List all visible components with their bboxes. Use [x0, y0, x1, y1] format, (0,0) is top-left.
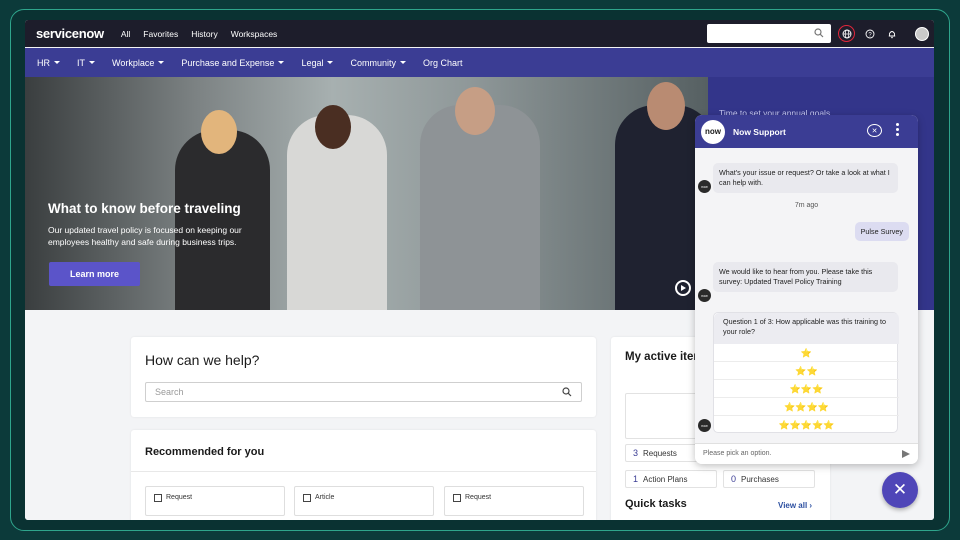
recommended-item[interactable]: Article: [294, 486, 434, 516]
chevron-down-icon: [89, 61, 95, 64]
menu-community[interactable]: Community: [350, 58, 406, 68]
portal-screen: servicenow All Favorites History Workspa…: [25, 20, 934, 520]
now-logo: now: [701, 119, 725, 144]
chat-header: now Now Support ✕: [695, 115, 918, 148]
help-search-placeholder: Search: [155, 387, 184, 397]
action-plans-tile[interactable]: 1 Action Plans: [625, 470, 717, 488]
menu-it[interactable]: IT: [77, 58, 95, 68]
virtual-agent-chat: now Now Support ✕ What's your issue or r…: [695, 115, 918, 464]
chat-input[interactable]: Please pick an option.: [695, 443, 918, 464]
globe-icon[interactable]: [838, 25, 855, 42]
recommended-title: Recommended for you: [145, 446, 265, 458]
bot-message: We would like to hear from you. Please t…: [713, 262, 898, 292]
top-icons: ?: [838, 25, 929, 42]
star-option[interactable]: ⭐: [714, 344, 899, 362]
global-search-input[interactable]: [707, 24, 831, 43]
chat-title: Now Support: [733, 126, 786, 137]
article-icon: [303, 494, 311, 502]
survey-card: Question 1 of 3: How applicable was this…: [713, 312, 899, 434]
hero-banner: What to know before traveling Our update…: [25, 77, 708, 310]
menu-legal[interactable]: Legal: [301, 58, 334, 68]
star-option[interactable]: ⭐⭐: [714, 362, 899, 380]
search-icon[interactable]: [562, 387, 572, 397]
menu-purchase-expense[interactable]: Purchase and Expense: [181, 58, 285, 68]
chevron-down-icon: [54, 61, 60, 64]
bell-icon[interactable]: [884, 26, 899, 41]
nav-favorites[interactable]: Favorites: [143, 29, 178, 39]
user-message: Pulse Survey: [854, 222, 909, 241]
recommended-item[interactable]: Request: [145, 486, 285, 516]
chevron-down-icon: [278, 61, 285, 64]
menu-hr[interactable]: HR: [37, 58, 60, 68]
bot-avatar: now: [698, 289, 711, 302]
divider: [131, 471, 596, 472]
menu-org-chart[interactable]: Org Chart: [423, 58, 463, 68]
quick-tasks-title: Quick tasks: [625, 498, 687, 510]
send-icon[interactable]: [902, 450, 910, 458]
help-card: How can we help? Search: [131, 337, 596, 417]
hero-description: Our updated travel policy is focused on …: [48, 225, 242, 247]
search-icon: [814, 28, 824, 38]
menu-workplace[interactable]: Workplace: [112, 58, 165, 68]
nav-workspaces[interactable]: Workspaces: [231, 29, 278, 39]
chevron-down-icon: [399, 61, 406, 64]
close-chat-button[interactable]: ✕: [882, 472, 918, 508]
help-search-input[interactable]: Search: [145, 382, 582, 402]
hero-title: What to know before traveling: [48, 201, 241, 216]
chevron-down-icon: [158, 61, 165, 64]
chat-input-placeholder: Please pick an option.: [703, 450, 772, 457]
recommended-item[interactable]: Request: [444, 486, 584, 516]
user-avatar[interactable]: [915, 26, 929, 41]
play-icon[interactable]: [675, 280, 691, 296]
message-timestamp: 7m ago: [794, 202, 819, 209]
nav-all[interactable]: All: [121, 29, 130, 39]
help-icon[interactable]: ?: [862, 26, 877, 41]
recommended-card: Recommended for you Request Article Requ…: [131, 430, 596, 520]
learn-more-button[interactable]: Learn more: [49, 262, 140, 286]
edit-icon: [453, 494, 461, 502]
end-chat-icon[interactable]: ✕: [867, 124, 882, 137]
bot-avatar: now: [698, 419, 711, 432]
top-nav: All Favorites History Workspaces: [121, 29, 277, 39]
nav-history[interactable]: History: [191, 29, 217, 39]
survey-question: Question 1 of 3: How applicable was this…: [714, 313, 899, 344]
chevron-down-icon: [327, 61, 334, 64]
bot-avatar: now: [698, 180, 711, 193]
top-bar: servicenow All Favorites History Workspa…: [25, 20, 934, 47]
edit-icon: [154, 494, 162, 502]
star-option[interactable]: ⭐⭐⭐⭐⭐: [714, 416, 899, 434]
more-options-icon[interactable]: [896, 123, 899, 138]
star-option[interactable]: ⭐⭐⭐: [714, 380, 899, 398]
bot-message: What's your issue or request? Or take a …: [713, 163, 898, 193]
category-nav: HR IT Workplace Purchase and Expense Leg…: [25, 48, 934, 77]
purchases-tile[interactable]: 0 Purchases: [723, 470, 815, 488]
star-option[interactable]: ⭐⭐⭐⭐: [714, 398, 899, 416]
help-title: How can we help?: [145, 352, 260, 368]
servicenow-logo[interactable]: servicenow: [36, 26, 104, 41]
view-all-link[interactable]: View all ›: [778, 501, 812, 510]
